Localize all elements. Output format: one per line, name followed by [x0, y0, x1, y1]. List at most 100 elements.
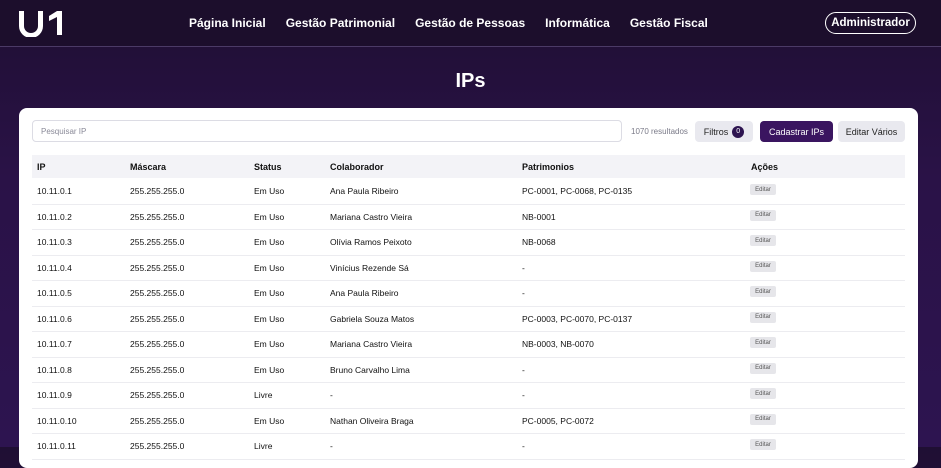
nav-informatica[interactable]: Informática — [545, 16, 610, 30]
cell-status: Em Uso — [254, 415, 285, 426]
search-input[interactable] — [32, 120, 622, 142]
cell-ip: 10.11.0.2 — [37, 211, 72, 222]
edit-button[interactable]: Editar — [750, 311, 776, 323]
cell-status: Em Uso — [254, 237, 285, 247]
cell-mascara: 255.255.255.0 — [130, 288, 185, 298]
cell-ip: 10.11.0.7 — [37, 339, 72, 349]
cell-mascara: 255.255.255.0 — [130, 313, 185, 324]
cell-ip: 10.11.0.4 — [37, 262, 72, 273]
nav-gestao-patrimonial[interactable]: Gestão Patrimonial — [286, 16, 395, 30]
cell-colaborador: - — [330, 390, 333, 400]
cell-colaborador: Ana Paula Ribeiro — [330, 288, 399, 298]
edit-button[interactable]: Editar — [750, 337, 776, 348]
table-row: 10.11.0.7 255.255.255.0 Em Uso Mariana Cast… — [32, 331, 905, 358]
column-header-mascara[interactable]: Máscara — [130, 162, 166, 172]
cell-status: Livre — [254, 390, 273, 400]
cell-patrimonios: - — [522, 390, 525, 400]
edit-button[interactable]: Editar — [750, 260, 776, 272]
edit-button[interactable]: Editar — [750, 388, 776, 399]
cell-mascara: 255.255.255.0 — [130, 441, 185, 451]
user-menu-button[interactable]: Administrador — [825, 12, 916, 34]
cell-colaborador: Gabriela Souza Matos — [330, 313, 415, 324]
filters-button[interactable]: Filtros 0 — [695, 121, 753, 142]
cell-ip: 10.11.0.10 — [37, 415, 77, 426]
cell-patrimonios: PC-0001, PC-0068, PC-0135 — [522, 186, 633, 196]
edit-button[interactable]: Editar — [750, 286, 776, 297]
results-count: 1070 resultados — [631, 127, 688, 136]
cell-colaborador: Mariana Castro Vieira — [330, 211, 413, 222]
table-row: 10.11.0.8 255.255.255.0 Em Uso Bruno Carval… — [32, 357, 905, 383]
logo[interactable] — [16, 9, 70, 37]
cell-ip: 10.11.0.1 — [37, 186, 72, 196]
cell-colaborador: Nathan Oliveira Braga — [330, 415, 414, 426]
cell-patrimonios: - — [522, 288, 525, 298]
cell-mascara: 255.255.255.0 — [130, 415, 185, 426]
table-header: IP Máscara Status Colaborador Patrimonio… — [32, 155, 905, 178]
cell-patrimonios: NB-0068 — [522, 237, 556, 247]
cell-patrimonios: PC-0005, PC-0072 — [522, 415, 594, 426]
edit-button[interactable]: Editar — [750, 184, 776, 195]
edit-button[interactable]: Editar — [750, 413, 776, 425]
cell-ip: 10.11.0.6 — [37, 313, 72, 324]
cell-colaborador: Bruno Carvalho Lima — [330, 364, 410, 375]
cell-patrimonios: - — [522, 262, 525, 273]
cell-status: Em Uso — [254, 313, 285, 324]
cell-ip: 10.11.0.11 — [37, 441, 76, 451]
cell-status: Em Uso — [254, 288, 285, 298]
column-header-status[interactable]: Status — [254, 162, 282, 172]
cell-colaborador: Olívia Ramos Peixoto — [330, 237, 412, 247]
table-row: 10.11.0.2 255.255.255.0 Em Uso Mariana Cast… — [32, 204, 905, 230]
nav-gestao-fiscal[interactable]: Gestão Fiscal — [630, 16, 708, 30]
cell-ip: 10.11.0.5 — [37, 288, 72, 298]
cell-patrimonios: - — [522, 441, 525, 451]
nav-gestao-de-pessoas[interactable]: Gestão de Pessoas — [415, 16, 525, 30]
cell-mascara: 255.255.255.0 — [130, 262, 185, 273]
table-row: 10.11.0.10 255.255.255.0 Em Uso Nathan Oliv… — [32, 408, 905, 434]
cell-status: Em Uso — [254, 364, 285, 375]
cell-colaborador: Ana Paula Ribeiro — [330, 186, 399, 196]
table-row: 10.11.0.4 255.255.255.0 Em Uso Vinícius Rez… — [32, 255, 905, 281]
cell-ip: 10.11.0.8 — [37, 364, 72, 375]
cell-status: Em Uso — [254, 186, 285, 196]
cell-ip: 10.11.0.3 — [37, 237, 72, 247]
column-header-colaborador[interactable]: Colaborador — [330, 162, 384, 172]
filters-count-badge: 0 — [732, 125, 745, 138]
cell-colaborador: - — [330, 441, 333, 451]
ips-card: 1070 resultados Filtros 0 Cadastrar IPs … — [19, 108, 918, 468]
cell-patrimonios: - — [522, 364, 525, 375]
cell-status: Em Uso — [254, 211, 285, 222]
edit-button[interactable]: Editar — [750, 235, 776, 246]
cell-status: Em Uso — [254, 262, 285, 273]
edit-button[interactable]: Editar — [750, 362, 776, 374]
create-ips-button[interactable]: Cadastrar IPs — [760, 121, 833, 142]
top-navigation-bar: Página Inicial Gestão Patrimonial Gestão… — [0, 0, 941, 47]
edit-button[interactable]: Editar — [750, 439, 776, 450]
cell-ip: 10.11.0.9 — [37, 390, 72, 400]
cell-mascara: 255.255.255.0 — [130, 390, 185, 400]
column-header-acoes: Ações — [751, 162, 779, 172]
bulk-edit-button[interactable]: Editar Vários — [838, 121, 905, 142]
edit-button[interactable]: Editar — [750, 209, 776, 221]
cell-colaborador: Vinícius Rezende Sá — [330, 262, 409, 273]
cell-mascara: 255.255.255.0 — [130, 364, 185, 375]
cell-patrimonios: NB-0003, NB-0070 — [522, 339, 594, 349]
table-row: 10.11.0.5 255.255.255.0 Em Uso Ana Paula Ri… — [32, 280, 905, 307]
nav-pagina-inicial[interactable]: Página Inicial — [189, 16, 266, 30]
cell-colaborador: Mariana Castro Vieira — [330, 339, 413, 349]
table-row: 10.11.0.9 255.255.255.0 Livre - - Editar — [32, 382, 905, 409]
table-row: 10.11.0.1 255.255.255.0 Em Uso Ana Paula Ri… — [32, 178, 905, 205]
table-row: 10.11.0.11 255.255.255.0 Livre - - Editar — [32, 433, 905, 460]
page-title: IPs — [455, 70, 486, 92]
cell-patrimonios: PC-0003, PC-0070, PC-0137 — [522, 313, 633, 324]
cell-patrimonios: NB-0001 — [522, 211, 556, 222]
filters-label: Filtros — [703, 126, 729, 137]
table-row: 10.11.0.3 255.255.255.0 Em Uso Olívia Ramos… — [32, 229, 905, 256]
cell-status: Livre — [254, 441, 273, 451]
cell-mascara: 255.255.255.0 — [130, 186, 185, 196]
main-nav: Página Inicial Gestão Patrimonial Gestão… — [189, 0, 728, 46]
cell-mascara: 255.255.255.0 — [130, 339, 185, 349]
column-header-patrimonios[interactable]: Patrimonios — [522, 162, 574, 172]
cell-mascara: 255.255.255.0 — [130, 211, 185, 222]
cell-status: Em Uso — [254, 339, 285, 349]
column-header-ip[interactable]: IP — [37, 162, 46, 172]
